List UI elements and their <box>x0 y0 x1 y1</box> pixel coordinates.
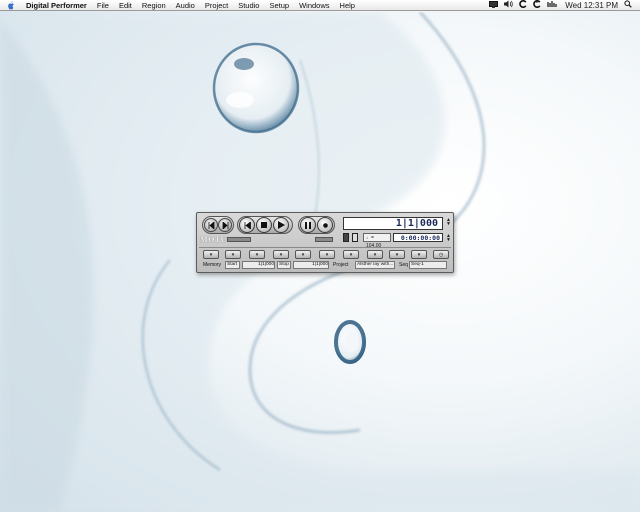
menu-extras: Wed 12:31 PM <box>489 0 640 11</box>
menu-studio[interactable]: Studio <box>233 0 264 11</box>
countoff-indicator-icon[interactable] <box>352 233 358 242</box>
memory-button-10[interactable]: ▾ <box>411 250 427 259</box>
rewind-to-start-button[interactable] <box>239 217 255 233</box>
memory-button-3[interactable]: ▾ <box>249 250 265 259</box>
main-counter[interactable]: 1|1|000 <box>343 217 443 230</box>
rewind-button[interactable] <box>204 218 218 232</box>
menu-help[interactable]: Help <box>335 0 360 11</box>
menu-region[interactable]: Region <box>137 0 171 11</box>
seq-menu[interactable]: Seq-1 <box>409 261 447 269</box>
transport-info-row: ▾ ▾ ▾ ▾ ▾ ▾ ▾ ▾ ▾ ▾ ◷ Memory Start 1|1|0… <box>199 247 451 271</box>
memory-button-7[interactable]: ▾ <box>343 250 359 259</box>
tempo-display[interactable]: ♩= 104.00 <box>363 233 391 249</box>
sync-icon-2[interactable] <box>533 0 541 11</box>
menu-bar: Digital Performer File Edit Region Audio… <box>0 0 640 11</box>
sync-icon-1[interactable] <box>519 0 527 11</box>
menu-file[interactable]: File <box>92 0 114 11</box>
memory-button-9[interactable]: ▾ <box>389 250 405 259</box>
memory-label: Memory <box>203 262 222 268</box>
fast-forward-button[interactable] <box>218 218 232 232</box>
memory-button-5[interactable]: ▾ <box>295 250 311 259</box>
menu-setup[interactable]: Setup <box>264 0 294 11</box>
play-button[interactable] <box>273 217 289 233</box>
memory-start-value[interactable]: 1|1|000 <box>242 261 275 269</box>
record-button[interactable] <box>317 217 333 233</box>
sync-indicator-icon[interactable] <box>343 233 349 242</box>
click-toggle-icon[interactable] <box>315 237 333 242</box>
time-scroll-arrows[interactable]: ▲ ▼ <box>446 234 451 243</box>
display-icon[interactable] <box>489 0 499 11</box>
memory-stop-button[interactable]: Stop <box>277 261 291 269</box>
menu-clock[interactable]: Wed 12:31 PM <box>565 0 618 11</box>
menu-edit[interactable]: Edit <box>114 0 137 11</box>
project-menu[interactable]: Alsther lay with... <box>355 261 395 269</box>
menu-project[interactable]: Project <box>200 0 233 11</box>
memory-button-6[interactable]: ▾ <box>319 250 335 259</box>
project-label: Project <box>333 262 349 268</box>
menu-windows[interactable]: Windows <box>294 0 334 11</box>
menu-app-name[interactable]: Digital Performer <box>22 0 92 11</box>
seq-label: Seq <box>399 262 408 268</box>
memory-stop-value[interactable]: 1|1|000 <box>293 261 329 269</box>
pause-button[interactable] <box>300 217 316 233</box>
transport-window[interactable]: MOTU 1|1|000 ▲ ▼ ♩= 104.00 0:00:00:00 ▲ ▼ … <box>196 212 454 273</box>
stop-button[interactable] <box>256 217 272 233</box>
memory-button-1[interactable]: ▾ <box>203 250 219 259</box>
apple-menu-icon[interactable] <box>0 0 22 10</box>
memory-button-11[interactable]: ◷ <box>433 250 449 259</box>
auto-rewind-icon[interactable] <box>227 237 251 242</box>
memory-button-2[interactable]: ▾ <box>225 250 241 259</box>
memory-start-button[interactable]: Start <box>225 261 240 269</box>
modem-icon[interactable] <box>547 0 557 11</box>
spotlight-icon[interactable] <box>624 0 632 11</box>
time-counter[interactable]: 0:00:00:00 <box>393 233 443 242</box>
memory-button-8[interactable]: ▾ <box>367 250 383 259</box>
menu-audio[interactable]: Audio <box>171 0 200 11</box>
counter-scroll-arrows[interactable]: ▲ ▼ <box>446 218 451 227</box>
volume-icon[interactable] <box>504 0 513 11</box>
memory-button-4[interactable]: ▾ <box>273 250 289 259</box>
motu-logo: MOTU <box>200 235 228 244</box>
